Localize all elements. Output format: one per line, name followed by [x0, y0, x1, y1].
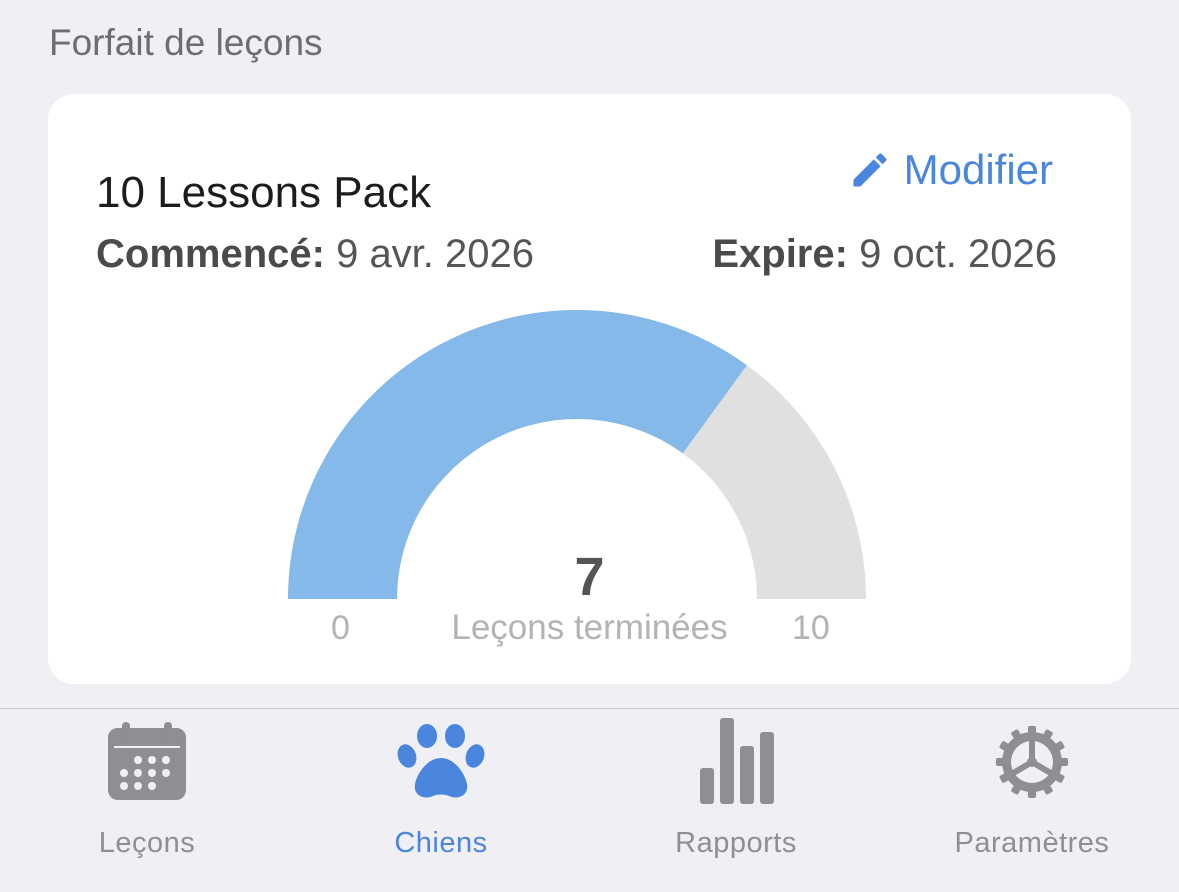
gauge-min-label: 0 — [331, 609, 350, 647]
pencil-icon — [853, 153, 887, 187]
section-title: Forfait de leçons — [49, 22, 323, 63]
start-date-label: Commencé: — [96, 232, 325, 276]
gauge-caption: Leçons terminées — [451, 608, 728, 647]
tab-lessons[interactable]: Leçons — [0, 709, 294, 892]
dates-row: Commencé: 9 avr. 2026 Expire: 9 oct. 202… — [96, 232, 1057, 277]
edit-label: Modifier — [903, 146, 1053, 193]
pack-name: 10 Lessons Pack — [96, 168, 432, 217]
tab-settings[interactable]: Paramètres — [885, 709, 1179, 892]
tab-label: Rapports — [675, 827, 797, 859]
calendar-icon — [102, 717, 192, 807]
start-date: Commencé: 9 avr. 2026 — [96, 232, 534, 277]
edit-button[interactable]: Modifier — [848, 146, 1053, 194]
tab-label: Chiens — [394, 827, 488, 859]
tab-dogs[interactable]: Chiens — [294, 709, 588, 892]
expiry-date: Expire: 9 oct. 2026 — [712, 232, 1057, 277]
start-date-value: 9 avr. 2026 — [336, 232, 535, 276]
tab-label: Paramètres — [954, 827, 1110, 859]
expiry-date-label: Expire: — [712, 232, 848, 276]
tab-label: Leçons — [98, 827, 196, 859]
lesson-pack-card: 10 Lessons Pack Modifier Commencé: 9 avr… — [48, 94, 1131, 684]
tab-bar: Leçons Chiens Rapports Paramètres — [0, 708, 1179, 892]
bar-chart-icon — [691, 717, 781, 807]
gauge-value: 7 — [574, 547, 605, 607]
gear-icon — [987, 717, 1077, 807]
gauge-max-label: 10 — [792, 609, 830, 647]
paw-icon — [396, 717, 486, 807]
tab-reports[interactable]: Rapports — [589, 709, 883, 892]
app-screen: Forfait de leçons 10 Lessons Pack Modifi… — [0, 0, 1179, 892]
expiry-date-value: 9 oct. 2026 — [859, 232, 1057, 276]
